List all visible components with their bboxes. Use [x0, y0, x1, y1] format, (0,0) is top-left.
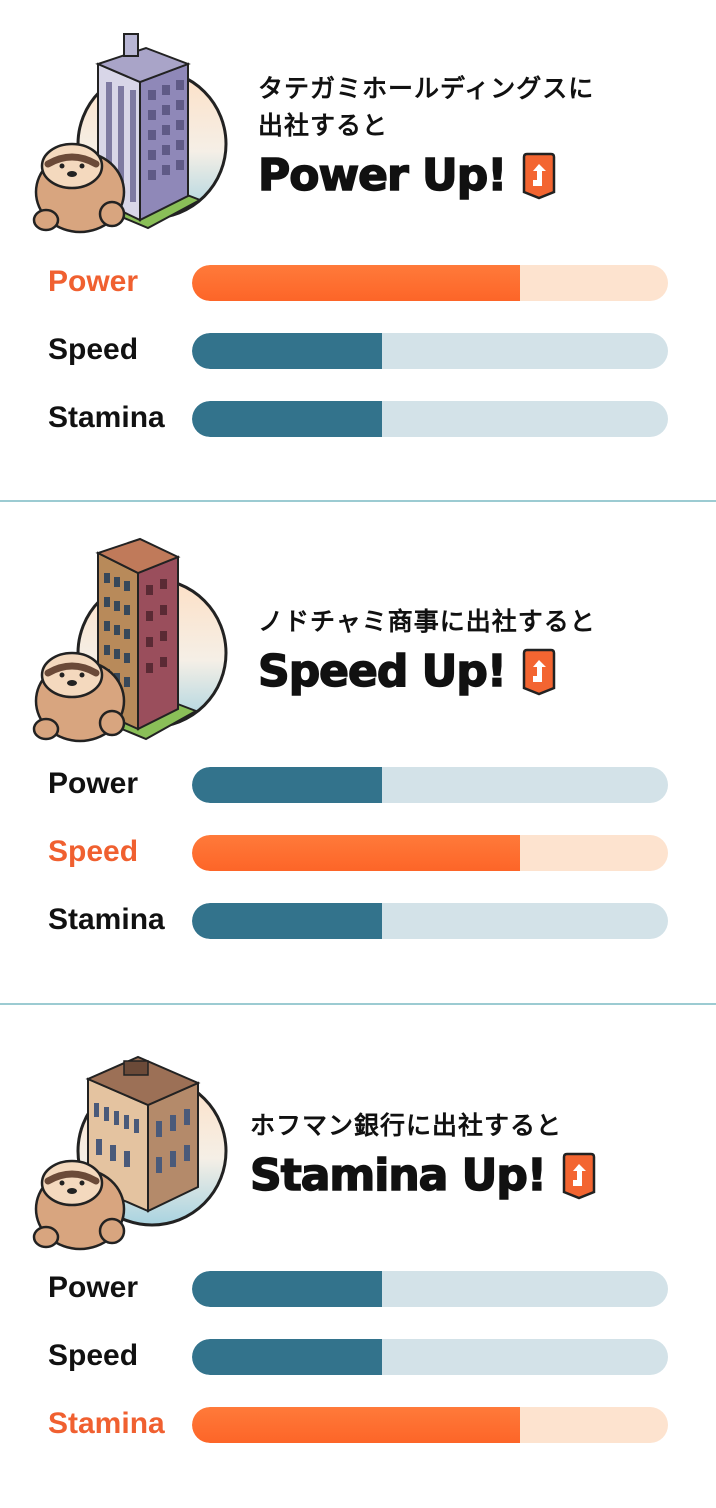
stat-bar-fill: [192, 1407, 521, 1443]
section-divider: [0, 500, 716, 502]
stat-label-speed: Speed: [48, 1339, 139, 1372]
stat-row-speed: Speed: [0, 330, 716, 370]
stat-label-speed: Speed: [48, 333, 139, 366]
subtitle-line-1: ホフマン銀行に出社すると: [250, 1111, 563, 1140]
stat-bar-fill: [192, 903, 383, 939]
up-arrow-badge-icon: [562, 1152, 596, 1200]
stat-row-power: Power: [0, 1268, 716, 1308]
title-row: Power Up!: [257, 149, 594, 202]
brick-building-with-sloth-illustration: [32, 537, 228, 743]
stat-label-stamina: Stamina: [48, 903, 165, 936]
stat-bar-speed: [192, 1339, 668, 1375]
stat-bar-speed: [192, 333, 668, 369]
subtitle-line-1: ノドチャミ商事に出社すると: [258, 607, 596, 636]
stat-row-speed: Speed: [0, 832, 716, 872]
subtitle-line-2: 出社すると: [258, 111, 389, 140]
section-tategami: タテガミホールディングスに 出社すると Power Up! Power Spee…: [0, 0, 716, 503]
bank-building-with-sloth-illustration: [32, 1055, 228, 1251]
stat-bar-stamina: [192, 903, 668, 939]
stat-row-stamina: Stamina: [0, 1404, 716, 1444]
section-nodochami: ノドチャミ商事に出社すると Speed Up! Power Speed Stam…: [0, 503, 716, 1006]
stat-bar-power: [192, 265, 668, 301]
stat-label-stamina: Stamina: [48, 401, 165, 434]
section-hoffman: ホフマン銀行に出社すると Stamina Up! Power Speed Sta…: [0, 1005, 716, 1508]
stat-bar-fill: [192, 1339, 383, 1375]
stat-bar-fill: [192, 1271, 383, 1307]
office-tower-with-sloth-illustration: [32, 33, 228, 234]
stat-label-power: Power: [48, 1271, 139, 1304]
title-row: Stamina Up!: [249, 1149, 596, 1202]
up-arrow-badge-icon: [523, 152, 556, 200]
stat-label-power: Power: [48, 265, 139, 298]
stat-row-power: Power: [0, 764, 716, 804]
stat-bar-fill: [192, 767, 383, 803]
section-heading: ホフマン銀行に出社すると Stamina Up!: [249, 1107, 596, 1202]
stat-bar-fill: [192, 265, 521, 301]
stat-row-stamina: Stamina: [0, 900, 716, 940]
section-title: Power Up!: [257, 149, 508, 202]
section-heading: タテガミホールディングスに 出社すると Power Up!: [257, 70, 595, 202]
subtitle-line-1: タテガミホールディングスに: [258, 74, 595, 103]
up-arrow-badge-icon: [522, 648, 556, 696]
stat-row-speed: Speed: [0, 1336, 716, 1376]
stat-row-power: Power: [0, 262, 716, 302]
stat-bar-fill: [192, 401, 383, 437]
stat-label-stamina: Stamina: [48, 1407, 165, 1440]
stat-bar-fill: [192, 333, 383, 369]
stat-bar-stamina: [192, 1407, 668, 1443]
stat-row-stamina: Stamina: [0, 398, 716, 438]
stat-bar-power: [192, 767, 668, 803]
section-title: Stamina Up!: [249, 1149, 547, 1202]
stat-label-speed: Speed: [48, 835, 139, 868]
stat-bar-stamina: [192, 401, 668, 437]
stat-label-power: Power: [48, 767, 139, 800]
section-title: Speed Up!: [257, 645, 507, 698]
title-row: Speed Up!: [257, 645, 596, 698]
stat-bar-power: [192, 1271, 668, 1307]
section-heading: ノドチャミ商事に出社すると Speed Up!: [257, 603, 596, 698]
stat-bar-speed: [192, 835, 668, 871]
stat-bar-fill: [192, 835, 521, 871]
